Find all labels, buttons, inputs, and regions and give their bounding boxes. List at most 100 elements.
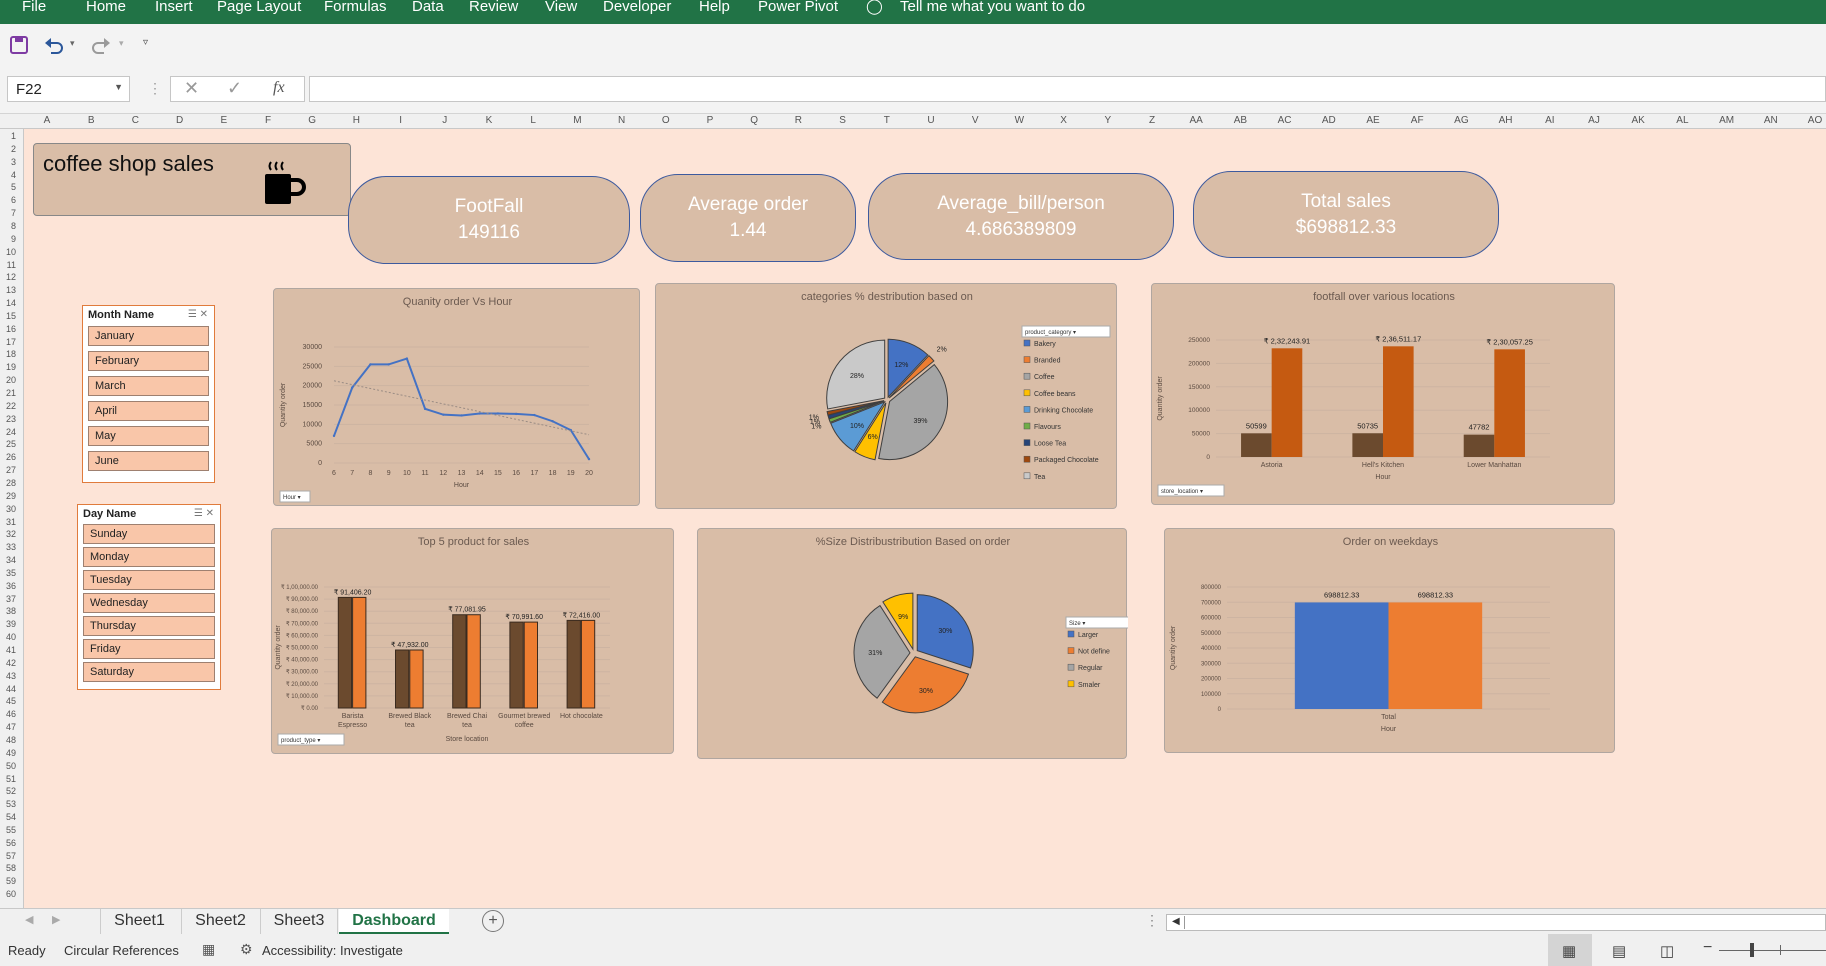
column-header[interactable]: U <box>927 115 934 126</box>
slicer-item-friday[interactable]: Friday <box>83 639 215 659</box>
row-header[interactable]: 40 <box>2 632 16 642</box>
row-header[interactable]: 8 <box>2 221 16 231</box>
ribbon-file[interactable]: File <box>22 0 46 14</box>
clear-filter-icon[interactable]: ✕ <box>200 309 208 320</box>
row-header[interactable]: 56 <box>2 838 16 848</box>
tab-sheet3[interactable]: Sheet3 <box>260 909 338 935</box>
row-header[interactable]: 53 <box>2 799 16 809</box>
column-header[interactable]: Q <box>750 115 758 126</box>
column-header[interactable]: K <box>486 115 493 126</box>
kpi-average-order[interactable]: Average order 1.44 <box>640 174 856 262</box>
row-header[interactable]: 51 <box>2 774 16 784</box>
row-header[interactable]: 59 <box>2 876 16 886</box>
ribbon-formulas[interactable]: Formulas <box>324 0 387 14</box>
chart-footfall-locations[interactable]: footfall over various locations 0 50000 100… <box>1151 283 1615 505</box>
row-header[interactable]: 20 <box>2 375 16 385</box>
bar[interactable] <box>1271 348 1303 457</box>
tab-dashboard[interactable]: Dashboard <box>339 909 449 935</box>
row-header[interactable]: 36 <box>2 581 16 591</box>
clear-filter-icon[interactable]: ✕ <box>206 508 214 519</box>
column-header[interactable]: V <box>972 115 979 126</box>
row-header[interactable]: 46 <box>2 709 16 719</box>
insert-function-icon[interactable]: fx <box>273 79 285 97</box>
chart-top5-products[interactable]: Top 5 product for sales ₹ 0.00 ₹ 10,000.00… <box>271 528 674 754</box>
row-header[interactable]: 23 <box>2 414 16 424</box>
row-header[interactable]: 25 <box>2 439 16 449</box>
column-header[interactable]: H <box>353 115 360 126</box>
horizontal-scrollbar[interactable]: ◀ <box>1166 914 1826 931</box>
row-header[interactable]: 37 <box>2 594 16 604</box>
bar[interactable] <box>409 649 424 709</box>
slicer-day[interactable]: Day Name ☰ ✕ Sunday Monday Tuesday Wedne… <box>77 504 221 690</box>
column-header[interactable]: W <box>1015 115 1024 126</box>
row-header[interactable]: 10 <box>2 247 16 257</box>
column-header[interactable]: AO <box>1808 115 1822 126</box>
column-header[interactable]: AK <box>1632 115 1645 126</box>
row-header[interactable]: 43 <box>2 671 16 681</box>
slicer-item-february[interactable]: February <box>88 351 209 371</box>
slicer-item-may[interactable]: May <box>88 426 209 446</box>
title-box[interactable]: coffee shop sales <box>33 143 351 216</box>
row-header[interactable]: 9 <box>2 234 16 244</box>
customize-toolbar-icon[interactable]: ▿ <box>143 37 148 48</box>
column-header[interactable]: A <box>44 115 51 126</box>
column-header[interactable]: D <box>176 115 183 126</box>
chevron-down-icon[interactable]: ▼ <box>114 82 123 92</box>
row-header[interactable]: 5 <box>2 182 16 192</box>
row-header[interactable]: 22 <box>2 401 16 411</box>
row-header[interactable]: 41 <box>2 645 16 655</box>
row-header[interactable]: 11 <box>2 260 16 270</box>
ribbon-data[interactable]: Data <box>412 0 444 14</box>
row-header[interactable]: 4 <box>2 170 16 180</box>
row-header[interactable]: 49 <box>2 748 16 758</box>
slicer-item-june[interactable]: June <box>88 451 209 471</box>
multi-select-icon[interactable]: ☰ <box>188 309 197 320</box>
status-accessibility[interactable]: Accessibility: Investigate <box>262 943 403 958</box>
column-header[interactable]: AC <box>1278 115 1292 126</box>
slicer-month[interactable]: Month Name ☰ ✕ January February March Ap… <box>82 305 215 483</box>
bar[interactable] <box>1294 602 1389 709</box>
column-header[interactable]: T <box>884 115 890 126</box>
slicer-item-wednesday[interactable]: Wednesday <box>83 593 215 613</box>
column-header[interactable]: AI <box>1545 115 1554 126</box>
column-header[interactable]: M <box>573 115 581 126</box>
cancel-icon[interactable]: ✕ <box>184 78 199 99</box>
slicer-item-thursday[interactable]: Thursday <box>83 616 215 636</box>
bar[interactable] <box>1494 349 1525 457</box>
redo-icon[interactable] <box>91 36 111 54</box>
column-header[interactable]: AL <box>1676 115 1688 126</box>
row-header[interactable]: 12 <box>2 272 16 282</box>
tell-me-search[interactable]: Tell me what you want to do <box>900 0 1085 14</box>
redo-dropdown-icon[interactable]: ▾ <box>119 38 124 49</box>
row-header[interactable]: 35 <box>2 568 16 578</box>
tab-sheet2[interactable]: Sheet2 <box>181 909 259 935</box>
scroll-left-icon[interactable]: ◀ <box>1172 916 1180 927</box>
slicer-item-saturday[interactable]: Saturday <box>83 662 215 682</box>
row-header[interactable]: 38 <box>2 606 16 616</box>
column-header[interactable]: J <box>442 115 447 126</box>
row-header[interactable]: 52 <box>2 786 16 796</box>
row-header[interactable]: 26 <box>2 452 16 462</box>
column-header[interactable]: G <box>308 115 316 126</box>
row-header[interactable]: 30 <box>2 504 16 514</box>
ribbon-insert[interactable]: Insert <box>155 0 193 14</box>
row-header[interactable]: 3 <box>2 157 16 167</box>
row-header[interactable]: 60 <box>2 889 16 899</box>
ribbon-power-pivot[interactable]: Power Pivot <box>758 0 838 14</box>
bar[interactable] <box>395 649 410 709</box>
row-header[interactable]: 34 <box>2 555 16 565</box>
row-header[interactable]: 54 <box>2 812 16 822</box>
row-header[interactable]: 50 <box>2 761 16 771</box>
column-header[interactable]: AJ <box>1588 115 1600 126</box>
kpi-footfall[interactable]: FootFall 149116 <box>348 176 630 264</box>
slicer-item-sunday[interactable]: Sunday <box>83 524 215 544</box>
column-header[interactable]: AN <box>1764 115 1778 126</box>
row-header[interactable]: 14 <box>2 298 16 308</box>
ribbon-page-layout[interactable]: Page Layout <box>217 0 301 14</box>
column-header[interactable]: L <box>530 115 536 126</box>
kpi-average-bill[interactable]: Average_bill/person 4.686389809 <box>868 173 1174 260</box>
row-header[interactable]: 33 <box>2 542 16 552</box>
column-header[interactable]: AH <box>1499 115 1513 126</box>
chart-quantity-vs-hour[interactable]: Quanity order Vs Hour 0 5000 10000 15000 2000… <box>273 288 640 506</box>
row-header[interactable]: 58 <box>2 863 16 873</box>
